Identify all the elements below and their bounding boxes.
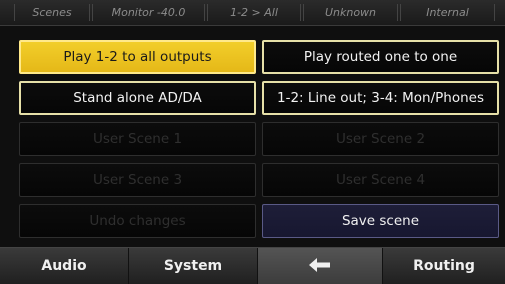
tab-audio[interactable]: Audio [0,248,129,284]
scene-button-user-4[interactable]: User Scene 4 [262,163,499,197]
status-monitor-level: Monitor -40.0 [92,4,205,21]
scene-button-user-2[interactable]: User Scene 2 [262,122,499,156]
undo-changes-button[interactable]: Undo changes [19,204,256,238]
save-scene-button[interactable]: Save scene [262,204,499,238]
tab-routing[interactable]: Routing [383,248,505,284]
back-arrow-icon [309,257,330,272]
back-button[interactable] [258,248,383,284]
status-routing: 1-2 > All [207,4,301,21]
status-page-name: Scenes [14,4,90,21]
tab-system[interactable]: System [129,248,258,284]
status-sync: Unknown [303,4,398,21]
scene-button-stand-alone[interactable]: Stand alone AD/DA [19,81,256,115]
scene-button-line-out-mon[interactable]: 1-2: Line out; 3-4: Mon/Phones [262,81,499,115]
bottom-tab-bar: Audio System Routing [0,247,505,284]
scene-button-user-1[interactable]: User Scene 1 [19,122,256,156]
scene-button-play-routed[interactable]: Play routed one to one [262,40,499,74]
scene-button-play-1-2-all[interactable]: Play 1-2 to all outputs [19,40,256,74]
status-clock-source: Internal [400,4,495,21]
scene-button-user-3[interactable]: User Scene 3 [19,163,256,197]
status-bar: Scenes Monitor -40.0 1-2 > All Unknown I… [0,0,505,26]
